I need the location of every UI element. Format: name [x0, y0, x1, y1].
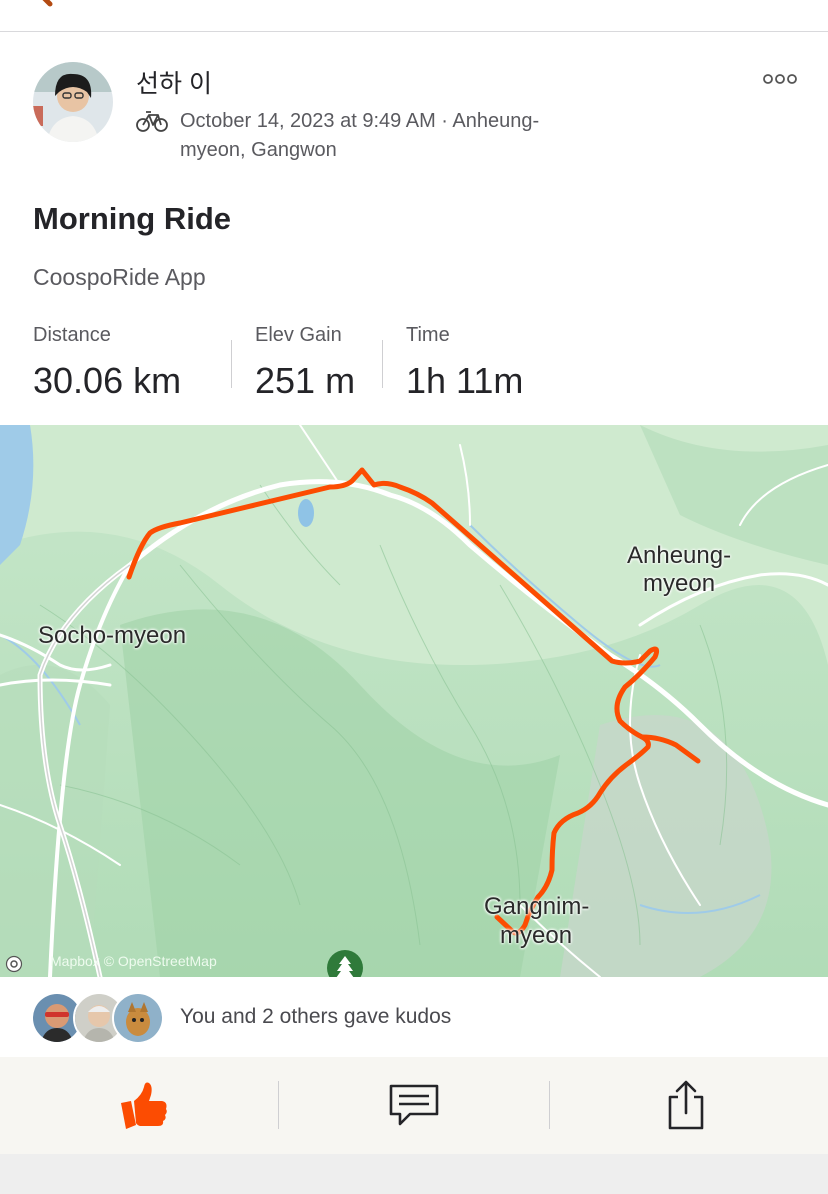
- kudos-summary[interactable]: You and 2 others gave kudos: [180, 1005, 451, 1029]
- park-tree-icon: [327, 950, 363, 977]
- device-name: CoospoRide App: [33, 264, 206, 290]
- athlete-name[interactable]: 선하 이: [136, 64, 212, 100]
- stat-time-value: 1h 11m: [406, 360, 524, 401]
- bike-icon: [136, 111, 168, 132]
- action-divider: [278, 1081, 279, 1129]
- activity-title[interactable]: Morning Ride: [33, 201, 231, 237]
- activity-date-location: October 14, 2023 at 9:49 AM · Anheung-my…: [180, 110, 540, 161]
- stat-time-label: Time: [406, 324, 450, 346]
- top-bar: [0, 0, 828, 32]
- stat-distance-label: Distance: [33, 324, 111, 346]
- athlete-avatar[interactable]: [33, 62, 113, 142]
- more-options-icon[interactable]: [760, 70, 800, 88]
- place-label-gangnim: Gangnim-: [484, 893, 590, 920]
- stat-elev-value: 251 m: [255, 360, 356, 401]
- stat-elev-label: Elev Gain: [255, 324, 342, 346]
- kudos-avatar[interactable]: [112, 992, 164, 1044]
- place-label-anheung: Anheung-: [627, 542, 732, 569]
- bottom-strip: [0, 1154, 828, 1194]
- stat-distance-value: 30.06 km: [33, 360, 182, 401]
- action-bar: [0, 1057, 828, 1154]
- comment-icon[interactable]: [388, 1083, 440, 1129]
- thumbs-up-icon[interactable]: [118, 1079, 170, 1131]
- kudos-row[interactable]: You and 2 others gave kudos: [0, 977, 828, 1057]
- stat-divider: [231, 340, 232, 388]
- place-label-anheung-2: myeon: [643, 570, 716, 597]
- share-icon[interactable]: [664, 1079, 708, 1131]
- map-attribution[interactable]: Mapbox © OpenStreetMap: [50, 953, 217, 969]
- route-map[interactable]: Socho-myeon Anheung- myeon Gangnim- myeo…: [0, 425, 828, 977]
- back-arrow-icon[interactable]: [28, 0, 62, 12]
- place-label-gangnim-2: myeon: [500, 922, 573, 949]
- place-label-socho: Socho-myeon: [38, 622, 187, 649]
- action-divider: [549, 1081, 550, 1129]
- mapbox-logo-icon: [5, 955, 23, 973]
- stat-divider: [382, 340, 383, 388]
